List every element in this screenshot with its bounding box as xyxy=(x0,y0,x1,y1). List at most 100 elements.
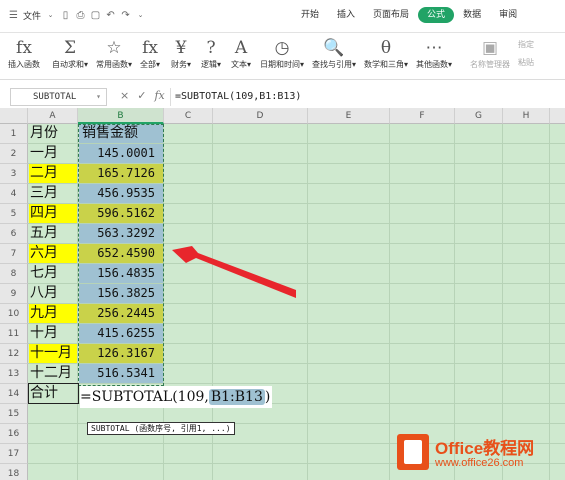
ribbon-button-label: 常用函数▾ xyxy=(96,60,133,69)
cell-a[interactable]: 五月 xyxy=(29,224,77,243)
name-box[interactable]: SUBTOTAL ▾ xyxy=(10,88,107,106)
cell-b[interactable]: 415.6255 xyxy=(79,324,163,343)
print-icon[interactable]: ⎙ xyxy=(75,10,86,21)
ribbon-button-8[interactable]: 🔍 查找与引用▾ xyxy=(312,37,356,70)
cell-b[interactable]: 563.3292 xyxy=(79,224,163,243)
column-header[interactable]: C xyxy=(164,108,213,124)
column-header[interactable]: I xyxy=(550,108,565,124)
row-header[interactable]: 13 xyxy=(0,364,28,384)
preview-icon[interactable]: ▢ xyxy=(90,10,101,21)
select-all-corner[interactable] xyxy=(0,108,28,124)
ribbon-button-1[interactable]: Σ 自动求和▾ xyxy=(52,37,88,70)
cell-a[interactable]: 七月 xyxy=(29,264,77,283)
cell-b[interactable]: 456.9535 xyxy=(79,184,163,203)
fx-icon[interactable]: fx xyxy=(154,89,164,102)
row-header[interactable]: 2 xyxy=(0,144,28,164)
cell-b[interactable]: 256.2445 xyxy=(79,304,163,323)
ribbon-button-label: 全部▾ xyxy=(140,60,161,69)
row-header[interactable]: 8 xyxy=(0,264,28,284)
row-header[interactable]: 18 xyxy=(0,464,28,480)
tab-5[interactable]: 审阅 xyxy=(490,7,526,23)
row-header[interactable]: 6 xyxy=(0,224,28,244)
cell-a[interactable]: 十二月 xyxy=(29,364,77,383)
row-header[interactable]: 7 xyxy=(0,244,28,264)
ribbon-button-6[interactable]: A 文本▾ xyxy=(231,37,251,70)
column-header[interactable]: H xyxy=(503,108,550,124)
row-header[interactable]: 17 xyxy=(0,444,28,464)
quick-access-bar: ☰ 文件 ⌄ ▯ ⎙ ▢ ↶ ↷ ⌄ xyxy=(8,9,146,22)
column-header[interactable]: A xyxy=(28,108,78,124)
ribbon-button-3[interactable]: fx 全部▾ xyxy=(140,37,160,70)
row-header[interactable]: 15 xyxy=(0,404,28,424)
formula-input[interactable]: =SUBTOTAL(109,B1:B13) xyxy=(170,88,565,106)
row-header[interactable]: 4 xyxy=(0,184,28,204)
ribbon-button-label: 其他函数▾ xyxy=(416,60,453,69)
cell-a[interactable]: 月份 xyxy=(29,124,77,143)
chevron-down-icon[interactable]: ⌄ xyxy=(45,10,56,21)
ribbon-button-10[interactable]: ⋯ 其他函数▾ xyxy=(416,37,452,70)
hamburger-icon[interactable]: ☰ xyxy=(8,10,19,21)
cell-a[interactable]: 九月 xyxy=(29,304,77,323)
cell-a[interactable]: 一月 xyxy=(29,144,77,163)
cell-b[interactable]: 156.4835 xyxy=(79,264,163,283)
ribbon-button-label: 指定 xyxy=(518,40,534,49)
cell-b[interactable]: 销售金额 xyxy=(79,124,163,143)
row-header[interactable]: 11 xyxy=(0,324,28,344)
cell-b[interactable]: 516.5341 xyxy=(79,364,163,383)
column-header[interactable]: D xyxy=(213,108,308,124)
ribbon-button-7[interactable]: ◷ 日期和时间▾ xyxy=(260,37,304,70)
tab-1[interactable]: 插入 xyxy=(328,7,364,23)
row-header[interactable]: 12 xyxy=(0,344,28,364)
tab-4[interactable]: 数据 xyxy=(454,7,490,23)
cell-a[interactable]: 二月 xyxy=(29,164,77,183)
cell-a[interactable]: 三月 xyxy=(29,184,77,203)
ribbon-button-0[interactable]: fx 插入函数 xyxy=(8,37,40,70)
undo-icon[interactable]: ↶ xyxy=(105,10,116,21)
cell-a[interactable]: 六月 xyxy=(29,244,77,263)
tab-2[interactable]: 页面布局 xyxy=(364,7,418,23)
cell-b[interactable]: 156.3825 xyxy=(79,284,163,303)
ribbon-button-12[interactable]: 📋粘贴 xyxy=(518,57,534,68)
cell-a[interactable]: 十月 xyxy=(29,324,77,343)
row-header[interactable]: 14 xyxy=(0,384,28,404)
cell-a[interactable]: 十一月 xyxy=(29,344,77,363)
sigma-icon: Σ xyxy=(63,38,77,58)
ribbon-button-4[interactable]: ¥ 财务▾ xyxy=(171,37,191,70)
save-icon[interactable]: ▯ xyxy=(60,10,71,21)
tab-0[interactable]: 开始 xyxy=(292,7,328,23)
row-header[interactable]: 5 xyxy=(0,204,28,224)
in-cell-formula[interactable]: =SUBTOTAL(109, B1:B13) xyxy=(80,386,273,408)
ribbon-button-9[interactable]: θ 数学和三角▾ xyxy=(364,37,408,70)
column-header[interactable]: B xyxy=(78,108,164,124)
formula-bar: SUBTOTAL ▾ × ✓ fx =SUBTOTAL(109,B1:B13) xyxy=(0,87,565,107)
column-header[interactable]: G xyxy=(455,108,503,124)
row-header[interactable]: 16 xyxy=(0,424,28,444)
chevron-down-icon[interactable]: ▾ xyxy=(96,89,101,105)
cell-b[interactable]: 652.4590 xyxy=(79,244,163,263)
spreadsheet-grid[interactable]: ABCDEFGHI 1月份销售金额 2一月145.0001 3二月165.7126 4三… xyxy=(0,108,565,480)
ribbon-button-13[interactable]: ⊞指定 xyxy=(518,39,534,50)
row-header[interactable]: 1 xyxy=(0,124,28,144)
menu-bar: ☰ 文件 ⌄ ▯ ⎙ ▢ ↶ ↷ ⌄ 开始 插入 页面布局 公式 数据 审阅 xyxy=(0,0,565,33)
cell-b[interactable]: 596.5162 xyxy=(79,204,163,223)
cell-a[interactable]: 八月 xyxy=(29,284,77,303)
ribbon-button-5[interactable]: ? 逻辑▾ xyxy=(201,37,221,70)
tab-3[interactable]: 公式 xyxy=(418,7,455,23)
ribbon-button-11[interactable]: ▣ 名称管理器 xyxy=(470,37,510,70)
column-header[interactable]: F xyxy=(390,108,455,124)
ribbon-button-2[interactable]: ☆ 常用函数▾ xyxy=(96,37,132,70)
cancel-icon[interactable]: × xyxy=(120,89,129,102)
row-header[interactable]: 3 xyxy=(0,164,28,184)
redo-icon[interactable]: ↷ xyxy=(120,10,131,21)
cell-b[interactable]: 165.7126 xyxy=(79,164,163,183)
cell-b[interactable]: 145.0001 xyxy=(79,144,163,163)
row-header[interactable]: 9 xyxy=(0,284,28,304)
cell-b[interactable]: 126.3167 xyxy=(79,344,163,363)
cell-a[interactable]: 四月 xyxy=(29,204,77,223)
customize-icon[interactable]: ⌄ xyxy=(135,10,146,21)
ribbon-button-label: 逻辑▾ xyxy=(201,60,222,69)
file-menu[interactable]: 文件 xyxy=(23,9,41,22)
column-header[interactable]: E xyxy=(308,108,390,124)
confirm-icon[interactable]: ✓ xyxy=(137,89,146,102)
row-header[interactable]: 10 xyxy=(0,304,28,324)
